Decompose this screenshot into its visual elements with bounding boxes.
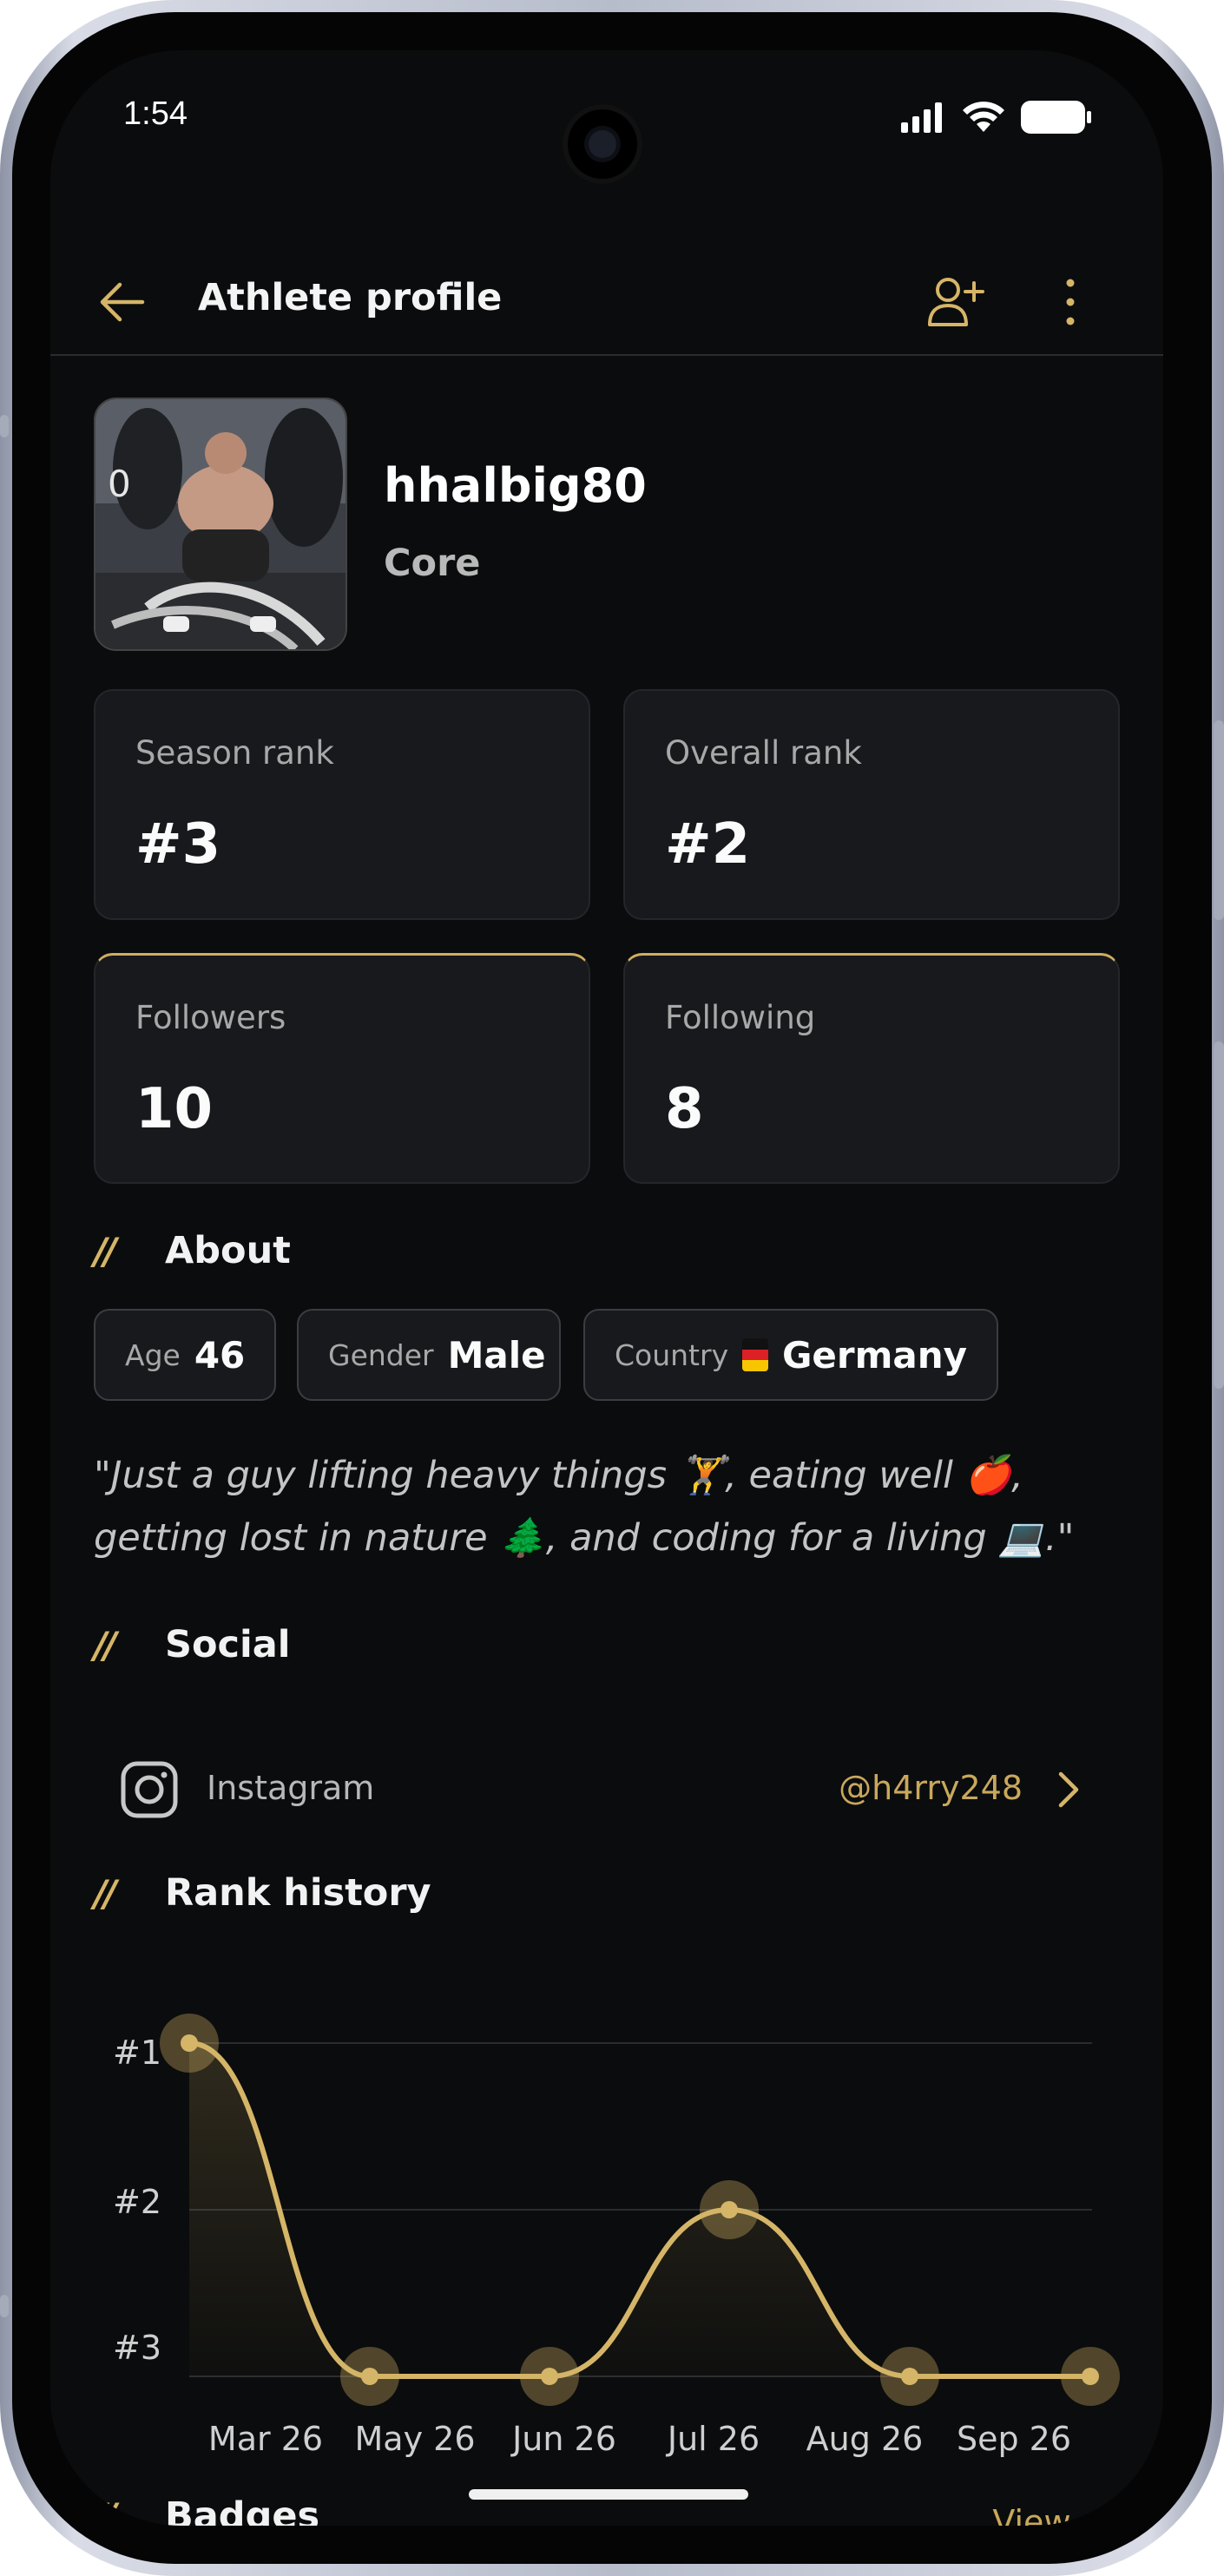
front-camera: [563, 104, 642, 184]
instagram-link[interactable]: Instagram @h4rry248: [94, 1734, 1127, 1847]
stat-label: Overall rank: [665, 734, 862, 772]
section-slash: //: [94, 2494, 117, 2527]
chart-point[interactable]: [541, 2368, 558, 2385]
x-tick-label: Aug 26: [806, 2420, 924, 2458]
signal-icon: [901, 102, 942, 133]
section-title: Social: [165, 1623, 291, 1666]
chart-point[interactable]: [901, 2368, 918, 2385]
y-tick-label: #2: [113, 2183, 161, 2221]
chip-value: 46: [194, 1333, 246, 1377]
battery-icon: [1021, 101, 1091, 134]
chip-label: Age: [125, 1337, 181, 1372]
age-chip: Age 46: [94, 1309, 276, 1401]
chart-point[interactable]: [361, 2368, 378, 2385]
section-title: Rank history: [165, 1871, 431, 1915]
country-chip: Country Germany: [583, 1309, 998, 1401]
y-tick-label: #3: [113, 2329, 161, 2367]
section-slash: //: [94, 1623, 117, 1666]
season-rank-card: Season rank #3: [94, 689, 590, 920]
home-indicator: [469, 2489, 748, 2500]
back-arrow-icon[interactable]: [95, 276, 148, 328]
x-tick-label: Sep 26: [957, 2420, 1071, 2458]
chip-label: Gender: [328, 1337, 434, 1372]
stat-value: #3: [135, 812, 221, 877]
power-button: [1214, 720, 1224, 920]
chip-label: Country: [615, 1337, 729, 1372]
username: hhalbig80: [384, 458, 647, 513]
stat-value: 8: [665, 1077, 704, 1141]
x-tick-label: Jul 26: [666, 2420, 760, 2458]
svg-text:0: 0: [108, 463, 131, 505]
following-card[interactable]: Following 8: [623, 953, 1120, 1184]
overall-rank-card: Overall rank #2: [623, 689, 1120, 920]
gender-chip: Gender Male: [297, 1309, 561, 1401]
badges-section-header: // Badges: [94, 2494, 319, 2526]
bio-text: "Just a guy lifting heavy things 🏋️, eat…: [94, 1454, 1075, 1560]
chart-point[interactable]: [721, 2201, 738, 2218]
tier-label: Core: [384, 542, 481, 585]
add-friend-icon[interactable]: [927, 274, 984, 330]
x-tick-label: May 26: [355, 2420, 476, 2458]
header-divider: [50, 354, 1163, 356]
section-title: Badges: [165, 2494, 320, 2526]
x-tick-label: Jun 26: [510, 2420, 616, 2458]
more-options-icon[interactable]: [1057, 274, 1083, 330]
y-tick-label: #1: [113, 2034, 161, 2072]
social-handle: @h4rry248: [839, 1769, 1023, 1807]
rank-history-section-header: // Rank history: [94, 1871, 431, 1915]
rank-history-chart: #1 #2 #3 Mar 26 May 26 Jun 26 Jul 26 Aug 26 Sep …: [113, 2014, 1120, 2458]
status-time: 1:54: [123, 95, 188, 132]
side-notch-left-bottom: [0, 2295, 9, 2317]
chip-value: Male: [447, 1333, 546, 1377]
view-all-badges-link[interactable]: View all: [992, 2503, 1120, 2526]
x-tick-label: Mar 26: [208, 2420, 323, 2458]
app-bar: Athlete profile: [50, 250, 1163, 354]
page-title: Athlete profile: [198, 276, 503, 319]
chart-point[interactable]: [1082, 2368, 1099, 2385]
stat-label: Following: [665, 999, 816, 1036]
social-section-header: // Social: [94, 1623, 291, 1666]
stat-label: Followers: [135, 999, 286, 1036]
side-notch-left: [0, 415, 9, 437]
chip-value: Germany: [781, 1333, 967, 1377]
section-title: About: [165, 1229, 291, 1272]
status-icons: [901, 101, 1092, 134]
volume-button: [1214, 1042, 1224, 1389]
stat-label: Season rank: [135, 734, 334, 772]
social-network-label: Instagram: [207, 1769, 375, 1807]
about-section-header: // About: [94, 1229, 291, 1272]
instagram-icon: [121, 1761, 178, 1818]
stat-value: 10: [135, 1077, 214, 1141]
section-slash: //: [94, 1229, 117, 1272]
avatar[interactable]: 0: [94, 398, 347, 651]
followers-card[interactable]: Followers 10: [94, 953, 590, 1184]
chart-point[interactable]: [181, 2034, 198, 2052]
wifi-icon: [963, 102, 1004, 132]
stat-value: #2: [665, 812, 751, 877]
app-screen: 1:54 Athlete profile 0 hhalbig80 Core Se…: [50, 50, 1163, 2526]
section-slash: //: [94, 1871, 117, 1915]
chevron-right-icon: [1058, 1771, 1079, 1808]
germany-flag-icon: [742, 1338, 768, 1371]
